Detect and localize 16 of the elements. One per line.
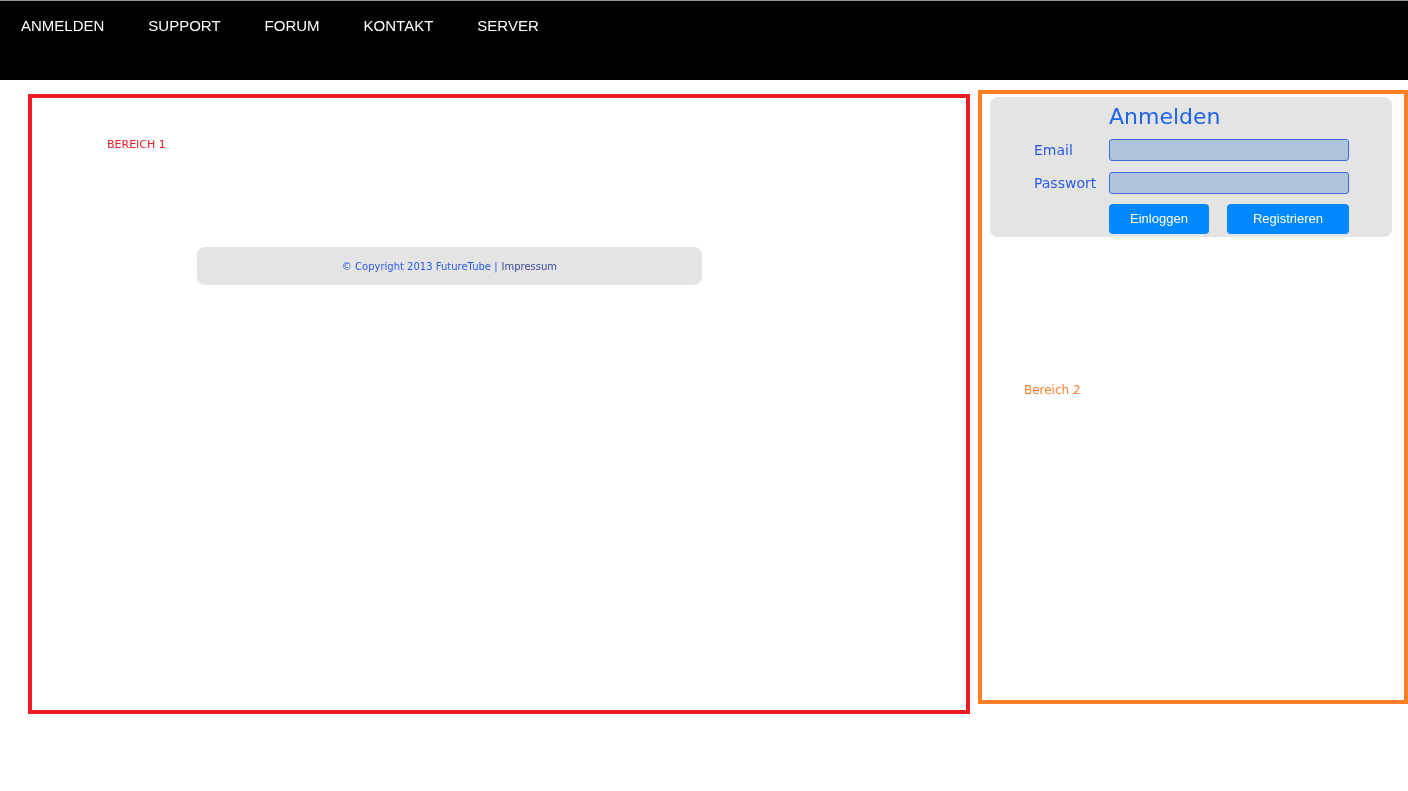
register-button[interactable]: Registrieren bbox=[1226, 203, 1349, 234]
area-label: BEREICH 1 bbox=[107, 138, 167, 151]
nav-link[interactable]: FORUM bbox=[264, 17, 320, 34]
field-label: Passwort bbox=[1033, 174, 1098, 191]
nav-link[interactable]: KONTAKT bbox=[363, 17, 434, 34]
login-title: Anmelden bbox=[1108, 104, 1222, 130]
input-field[interactable] bbox=[1108, 139, 1349, 162]
copyright-text: © Copyright 2013 FutureTube | bbox=[341, 260, 498, 272]
login-button[interactable]: Einloggen bbox=[1108, 203, 1209, 234]
nav-link[interactable]: SERVER bbox=[477, 17, 539, 34]
impressum-link[interactable]: Impressum bbox=[501, 260, 558, 272]
nav-link[interactable]: SUPPORT bbox=[148, 17, 221, 34]
field-label: Email bbox=[1033, 142, 1074, 159]
area-label: Bereich 2 bbox=[1023, 383, 1082, 397]
nav-link[interactable]: ANMELDEN bbox=[21, 17, 105, 34]
input-field[interactable] bbox=[1108, 171, 1349, 194]
